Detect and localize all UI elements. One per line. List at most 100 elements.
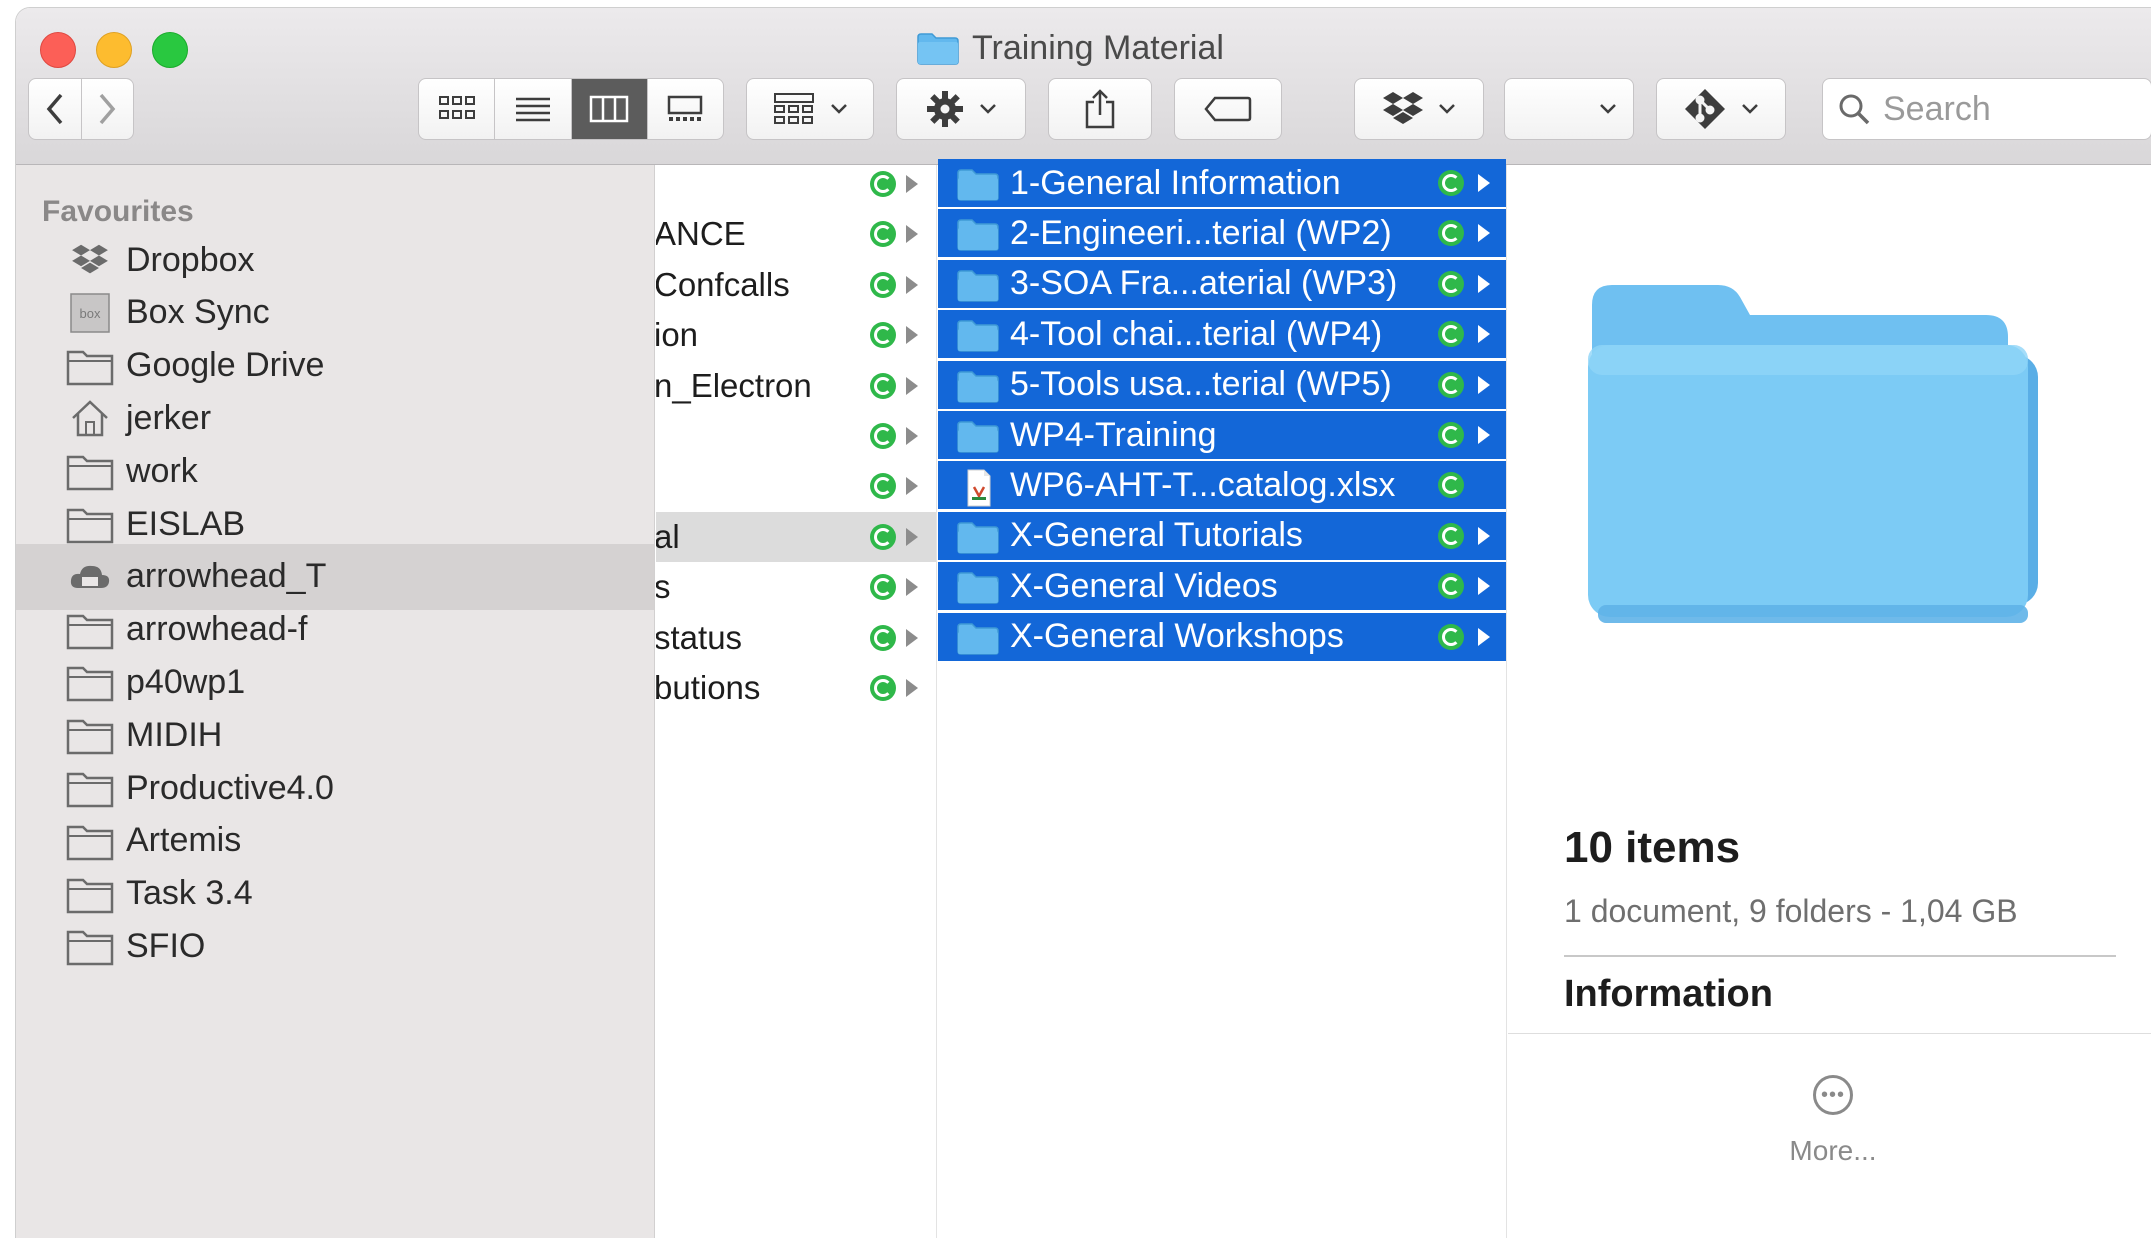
sync-status-icon — [870, 372, 896, 399]
disclosure-arrow-icon — [906, 275, 918, 294]
folder-icon — [64, 713, 116, 757]
sync-status-icon — [1438, 220, 1464, 247]
preview-title: 10 items — [1564, 823, 1741, 872]
list-item[interactable]: ion — [656, 310, 936, 360]
list-item[interactable]: 1-General Information — [938, 159, 1506, 207]
folder-icon — [956, 369, 1000, 403]
list-item-label: X-General Workshops — [1010, 617, 1344, 656]
minimize-window-button[interactable] — [96, 32, 132, 68]
list-item[interactable] — [656, 411, 936, 461]
list-item[interactable]: status — [656, 613, 936, 663]
list-item[interactable]: WP6-AHT-T...catalog.xlsx — [938, 461, 1506, 510]
more-button-label[interactable]: More... — [1783, 1135, 1883, 1167]
disclosure-arrow-icon — [1478, 426, 1490, 444]
folder-icon — [956, 570, 1000, 604]
folder-icon — [64, 502, 116, 546]
folder-icon — [64, 449, 116, 493]
folder-icon — [64, 344, 116, 388]
folder-icon — [64, 872, 116, 916]
list-item[interactable]: WP4-Training — [938, 411, 1506, 459]
list-item[interactable]: al — [656, 511, 936, 562]
folder-icon — [956, 268, 1000, 302]
sync-status-icon — [870, 271, 896, 298]
more-icon[interactable]: ••• — [1813, 1075, 1853, 1115]
folder-icon — [64, 924, 116, 968]
disclosure-arrow-icon — [1478, 375, 1490, 394]
sidebar-item-label: Dropbox — [126, 240, 255, 279]
preview-subtitle: 1 document, 9 folders - 1,04 GB — [1564, 893, 2018, 929]
contents-column: 1-General Information 2-Engineeri...teria… — [938, 159, 1507, 1238]
dropbox-menu-button[interactable] — [1354, 78, 1484, 140]
list-view-icon — [515, 97, 550, 122]
folder-icon — [956, 318, 1000, 352]
chevron-down-icon — [831, 104, 847, 114]
list-item-label: 4-Tool chai...terial (WP4) — [1010, 314, 1383, 353]
gallery-view-button[interactable] — [648, 79, 723, 139]
folder-icon — [956, 520, 1000, 554]
disclosure-arrow-icon — [906, 326, 918, 345]
list-item[interactable]: X-General Videos — [938, 562, 1506, 611]
sidebar-item-label: work — [126, 451, 198, 490]
share-button[interactable] — [1048, 78, 1152, 140]
sidebar-item-label: EISLAB — [126, 504, 246, 543]
sync-status-icon — [1438, 522, 1464, 549]
chevron-right-icon — [99, 93, 116, 125]
folder-icon — [956, 217, 1000, 252]
search-input[interactable] — [1881, 88, 2125, 130]
disclosure-arrow-icon — [1478, 627, 1490, 646]
sync-status-icon — [1438, 573, 1464, 600]
group-button[interactable] — [746, 78, 874, 140]
spreadsheet-file-icon — [956, 469, 1000, 507]
close-window-button[interactable] — [40, 32, 76, 68]
list-item[interactable]: s — [656, 562, 936, 612]
list-item[interactable]: n_Electron — [656, 361, 936, 411]
list-item[interactable]: Confcalls — [656, 260, 936, 310]
git-icon — [1685, 89, 1725, 129]
sidebar-item-sfio[interactable]: SFIO — [16, 913, 654, 979]
tags-button[interactable] — [1174, 78, 1282, 140]
disclosure-arrow-icon — [1478, 577, 1490, 596]
git-menu-button[interactable] — [1656, 78, 1786, 140]
list-item[interactable]: ANCE — [656, 209, 936, 259]
disclosure-arrow-icon — [1478, 274, 1490, 293]
disclosure-arrow-icon — [906, 376, 918, 395]
list-item[interactable]: 3-SOA Fra...aterial (WP3) — [938, 259, 1506, 308]
list-item-label: 2-Engineeri...terial (WP2) — [1010, 213, 1392, 252]
chevron-left-icon — [46, 93, 63, 125]
list-item[interactable]: 4-Tool chai...terial (WP4) — [938, 310, 1506, 359]
sync-status-icon — [870, 624, 896, 651]
list-item[interactable]: X-General Tutorials — [938, 511, 1506, 560]
list-item-label: WP6-AHT-T...catalog.xlsx — [1010, 465, 1396, 504]
list-item[interactable] — [656, 165, 936, 209]
sidebar-item-label: Google Drive — [126, 346, 325, 385]
list-item[interactable]: butions — [656, 663, 936, 713]
back-button[interactable] — [29, 79, 82, 139]
search-field[interactable] — [1822, 78, 2151, 140]
list-view-button[interactable] — [495, 79, 572, 139]
list-item[interactable]: X-General Workshops — [938, 612, 1506, 661]
sidebar-item-label: p40wp1 — [126, 662, 246, 701]
sidebar: Favourites Dropbox box Box Sync Google Driv… — [16, 165, 655, 1238]
folder-icon — [64, 608, 116, 652]
column-view-button[interactable] — [571, 79, 648, 139]
list-item-label: 3-SOA Fra...aterial (WP3) — [1010, 264, 1398, 303]
list-item[interactable]: 2-Engineeri...terial (WP2) — [938, 209, 1506, 258]
extension-dropdown[interactable] — [1504, 78, 1634, 140]
disclosure-arrow-icon — [906, 527, 918, 546]
svg-text:box: box — [80, 306, 101, 321]
list-item[interactable]: 5-Tools usa...terial (WP5) — [938, 360, 1506, 409]
zoom-window-button[interactable] — [152, 32, 188, 68]
sync-status-icon — [870, 473, 896, 500]
sync-status-icon — [870, 523, 896, 550]
sync-status-icon — [870, 574, 896, 601]
action-button[interactable] — [896, 78, 1026, 140]
list-item[interactable] — [656, 461, 936, 511]
sync-status-icon — [1438, 270, 1464, 297]
toolbar: Training Material — [16, 8, 2151, 165]
information-heading: Information — [1564, 973, 1773, 1015]
sync-status-icon — [870, 423, 896, 449]
forward-button[interactable] — [82, 79, 134, 139]
divider — [1564, 955, 2116, 957]
sidebar-item-label: Artemis — [126, 821, 242, 860]
icon-view-button[interactable] — [419, 79, 496, 139]
